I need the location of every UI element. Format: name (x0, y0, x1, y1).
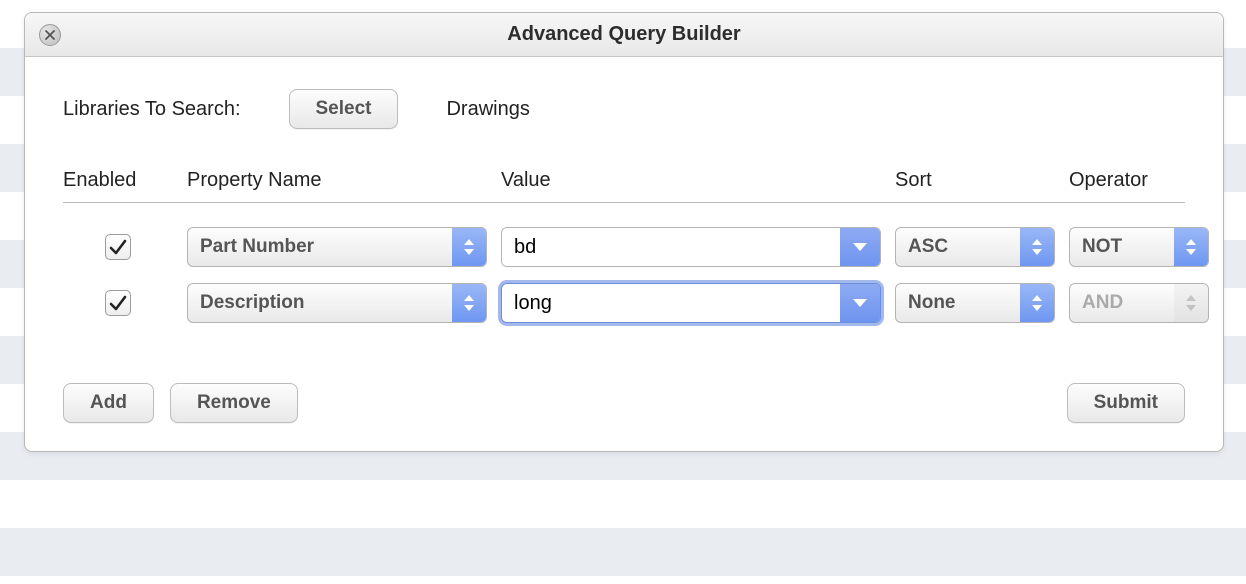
value-dropdown-button[interactable] (840, 284, 880, 322)
value-combo[interactable] (501, 283, 881, 323)
value-input[interactable] (502, 284, 840, 322)
stepper-arrows-icon (452, 228, 486, 266)
operator-select[interactable]: NOT (1069, 227, 1209, 267)
operator-select: AND (1069, 283, 1209, 323)
column-headers: Enabled Property Name Value Sort Operato… (63, 169, 1185, 203)
header-operator: Operator (1069, 169, 1209, 192)
libraries-label: Libraries To Search: (63, 98, 241, 121)
stepper-arrows-icon (1020, 228, 1054, 266)
remove-button[interactable]: Remove (170, 383, 298, 423)
criteria-row: Description None AND (63, 283, 1185, 323)
value-combo[interactable] (501, 227, 881, 267)
property-select[interactable]: Part Number (187, 227, 487, 267)
close-button[interactable] (39, 24, 61, 46)
operator-select-value: AND (1070, 284, 1174, 322)
header-property: Property Name (187, 169, 487, 192)
enabled-cell (63, 290, 173, 316)
title-bar: Advanced Query Builder (25, 13, 1223, 57)
close-icon (45, 30, 55, 40)
add-button[interactable]: Add (63, 383, 154, 423)
operator-select-value: NOT (1070, 228, 1174, 266)
sort-select-value: None (896, 284, 1020, 322)
property-select-value: Description (188, 284, 452, 322)
stepper-arrows-icon (1174, 228, 1208, 266)
submit-button[interactable]: Submit (1067, 383, 1185, 423)
sort-select[interactable]: ASC (895, 227, 1055, 267)
libraries-row: Libraries To Search: Select Drawings (63, 89, 1185, 129)
select-libraries-button[interactable]: Select (289, 89, 399, 129)
rows-container: Part Number ASC NOT Description None AND (63, 227, 1185, 323)
select-button-label: Select (316, 98, 372, 120)
header-enabled: Enabled (63, 169, 173, 192)
property-select-value: Part Number (188, 228, 452, 266)
stepper-arrows-icon (452, 284, 486, 322)
selected-library: Drawings (446, 98, 529, 121)
stepper-arrows-icon (1174, 284, 1208, 322)
value-dropdown-button[interactable] (840, 228, 880, 266)
criteria-row: Part Number ASC NOT (63, 227, 1185, 267)
dialog-body: Libraries To Search: Select Drawings Ena… (25, 57, 1223, 451)
header-value: Value (501, 169, 881, 192)
enabled-checkbox[interactable] (105, 234, 131, 260)
value-input[interactable] (502, 228, 840, 266)
sort-select-value: ASC (896, 228, 1020, 266)
remove-button-label: Remove (197, 392, 271, 414)
stepper-arrows-icon (1020, 284, 1054, 322)
footer-buttons: Add Remove Submit (63, 383, 1185, 423)
header-sort: Sort (895, 169, 1055, 192)
enabled-checkbox[interactable] (105, 290, 131, 316)
enabled-cell (63, 234, 173, 260)
dialog-window: Advanced Query Builder Libraries To Sear… (24, 12, 1224, 452)
submit-button-label: Submit (1094, 392, 1158, 414)
sort-select[interactable]: None (895, 283, 1055, 323)
property-select[interactable]: Description (187, 283, 487, 323)
add-button-label: Add (90, 392, 127, 414)
dialog-title: Advanced Query Builder (25, 23, 1223, 46)
